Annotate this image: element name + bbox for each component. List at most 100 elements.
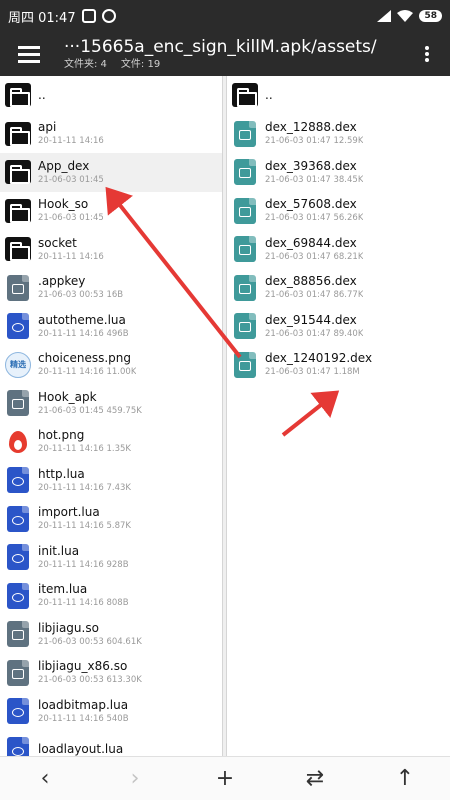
- file-details: 21-06-03 01:45 459.75K: [38, 405, 142, 416]
- file-name: socket: [38, 235, 77, 250]
- file-details: 20-11-11 14:16: [38, 136, 104, 147]
- file-row[interactable]: dex_1240192.dex 21-06-03 01:47 1.18M: [227, 346, 450, 385]
- file-name: loadbitmap.lua: [38, 697, 129, 712]
- lua-file-icon: [4, 312, 32, 340]
- file-row[interactable]: Hook_so 21-06-03 01:45: [0, 192, 222, 231]
- file-name: dex_91544.dex: [265, 312, 357, 327]
- dex-file-icon: [231, 197, 259, 225]
- toolbar: ···15665a_enc_sign_killM.apk/assets/ 文件夹…: [0, 32, 450, 76]
- file-row[interactable]: Hook_apk 21-06-03 01:45 459.75K: [0, 384, 222, 423]
- file-row[interactable]: http.lua 20-11-11 14:16 7.43K: [0, 461, 222, 500]
- folder-icon: [4, 158, 32, 186]
- flame-icon: [4, 428, 32, 456]
- file-row[interactable]: import.lua 20-11-11 14:16 5.87K: [0, 500, 222, 539]
- file-row[interactable]: dex_12888.dex 21-06-03 01:47 12.59K: [227, 115, 450, 154]
- file-details: 20-11-11 14:16 496B: [38, 328, 129, 339]
- hamburger-menu-icon[interactable]: [18, 44, 42, 64]
- file-details: 21-06-03 01:45: [38, 174, 104, 185]
- file-row[interactable]: .appkey 21-06-03 00:53 16B: [0, 269, 222, 308]
- file-meta: socket 20-11-11 14:16: [38, 236, 104, 263]
- parent-directory-button[interactable]: ↑: [360, 757, 450, 800]
- lua-file-icon: [4, 466, 32, 494]
- file-details: 20-11-11 14:16 540B: [38, 713, 129, 724]
- add-button[interactable]: +: [180, 757, 270, 800]
- file-row[interactable]: dex_39368.dex 21-06-03 01:47 38.45K: [227, 153, 450, 192]
- file-meta: dex_1240192.dex 21-06-03 01:47 1.18M: [265, 351, 372, 378]
- folder-icon: [231, 81, 259, 109]
- file-row[interactable]: dex_57608.dex 21-06-03 01:47 56.26K: [227, 192, 450, 231]
- file-meta: dex_91544.dex 21-06-03 01:47 89.40K: [265, 313, 363, 340]
- forward-button[interactable]: ›: [90, 757, 180, 800]
- file-row[interactable]: socket 20-11-11 14:16: [0, 230, 222, 269]
- file-name: dex_57608.dex: [265, 197, 357, 212]
- file-meta: hot.png 20-11-11 14:16 1.35K: [38, 428, 131, 455]
- path-title: ···15665a_enc_sign_killM.apk/assets/: [64, 37, 377, 57]
- battery-indicator: 58: [419, 10, 442, 22]
- bottom-toolbar: ‹ › + ⇄ ↑: [0, 756, 450, 800]
- check-circle-icon: [101, 9, 116, 23]
- more-options-icon[interactable]: [424, 44, 430, 64]
- file-details: 21-06-03 01:47 12.59K: [265, 136, 364, 147]
- file-row[interactable]: dex_88856.dex 21-06-03 01:47 86.77K: [227, 269, 450, 308]
- file-icon: [4, 620, 32, 648]
- right-file-pane[interactable]: .. dex_12888.dex 21-06-03 01:47 12.59K dex_…: [226, 76, 450, 756]
- file-meta: libjiagu.so 21-06-03 00:53 604.61K: [38, 621, 142, 648]
- file-count: 文件: 19: [120, 59, 161, 70]
- file-name: dex_88856.dex: [265, 274, 357, 289]
- file-name: api: [38, 120, 57, 135]
- file-row[interactable]: libjiagu.so 21-06-03 00:53 604.61K: [0, 615, 222, 654]
- file-details: 20-11-11 14:16 808B: [38, 598, 129, 609]
- file-details: 21-06-03 00:53 613.30K: [38, 675, 142, 686]
- file-details: 20-11-11 14:16 5.87K: [38, 521, 131, 532]
- dex-file-icon: [231, 351, 259, 379]
- file-name: dex_39368.dex: [265, 158, 357, 173]
- file-name: init.lua: [38, 543, 80, 558]
- status-right: 58: [377, 10, 442, 22]
- file-row[interactable]: init.lua 20-11-11 14:16 928B: [0, 538, 222, 577]
- file-details: 20-11-11 14:16: [38, 251, 104, 262]
- file-row[interactable]: App_dex 21-06-03 01:45: [0, 153, 222, 192]
- file-row[interactable]: ..: [0, 76, 222, 115]
- file-details: 21-06-03 01:47 68.21K: [265, 251, 364, 262]
- folder-count: 文件夹: 4: [64, 59, 107, 70]
- file-row[interactable]: 精选 choiceness.png 20-11-11 14:16 11.00K: [0, 346, 222, 385]
- swap-panes-button[interactable]: ⇄: [270, 757, 360, 800]
- file-row[interactable]: libjiagu_x86.so 21-06-03 00:53 613.30K: [0, 654, 222, 693]
- folder-icon: [4, 120, 32, 148]
- file-row[interactable]: ..: [227, 76, 450, 115]
- file-meta: init.lua 20-11-11 14:16 928B: [38, 544, 129, 571]
- file-row[interactable]: item.lua 20-11-11 14:16 808B: [0, 577, 222, 616]
- file-icon: [4, 659, 32, 687]
- left-file-pane[interactable]: .. api 20-11-11 14:16 App_dex 21-06-03 01:45…: [0, 76, 223, 756]
- status-bar: 周四 01:47 58: [0, 0, 450, 32]
- wifi-icon: [397, 10, 414, 22]
- status-left: 周四 01:47: [8, 7, 116, 26]
- file-meta: Hook_apk 21-06-03 01:45 459.75K: [38, 390, 142, 417]
- file-name: App_dex: [38, 158, 90, 173]
- file-row[interactable]: api 20-11-11 14:16: [0, 115, 222, 154]
- file-meta: api 20-11-11 14:16: [38, 120, 104, 147]
- file-row[interactable]: hot.png 20-11-11 14:16 1.35K: [0, 423, 222, 462]
- back-button[interactable]: ‹: [0, 757, 90, 800]
- lua-file-icon: [4, 505, 32, 533]
- file-meta: Hook_so 21-06-03 01:45: [38, 197, 104, 224]
- file-row[interactable]: dex_91544.dex 21-06-03 01:47 89.40K: [227, 307, 450, 346]
- signal-icon: [377, 10, 392, 22]
- file-details: 21-06-03 01:45: [38, 213, 104, 224]
- file-name: loadlayout.lua: [38, 742, 124, 756]
- file-meta: dex_88856.dex 21-06-03 01:47 86.77K: [265, 274, 363, 301]
- file-name: Hook_so: [38, 197, 89, 212]
- file-details: 21-06-03 01:47 89.40K: [265, 328, 364, 339]
- lua-file-icon: [4, 582, 32, 610]
- file-meta: dex_12888.dex 21-06-03 01:47 12.59K: [265, 120, 363, 147]
- file-details: 20-11-11 14:16 928B: [38, 559, 129, 570]
- folder-icon: [4, 235, 32, 263]
- item-counts: 文件夹: 4 文件: 19: [64, 58, 404, 72]
- lua-file-icon: [4, 697, 32, 725]
- file-row[interactable]: loadbitmap.lua 20-11-11 14:16 540B: [0, 692, 222, 731]
- file-row[interactable]: dex_69844.dex 21-06-03 01:47 68.21K: [227, 230, 450, 269]
- file-details: 21-06-03 01:47 38.45K: [265, 174, 364, 185]
- file-row[interactable]: loadlayout.lua: [0, 731, 222, 756]
- file-row[interactable]: autotheme.lua 20-11-11 14:16 496B: [0, 307, 222, 346]
- dex-file-icon: [231, 158, 259, 186]
